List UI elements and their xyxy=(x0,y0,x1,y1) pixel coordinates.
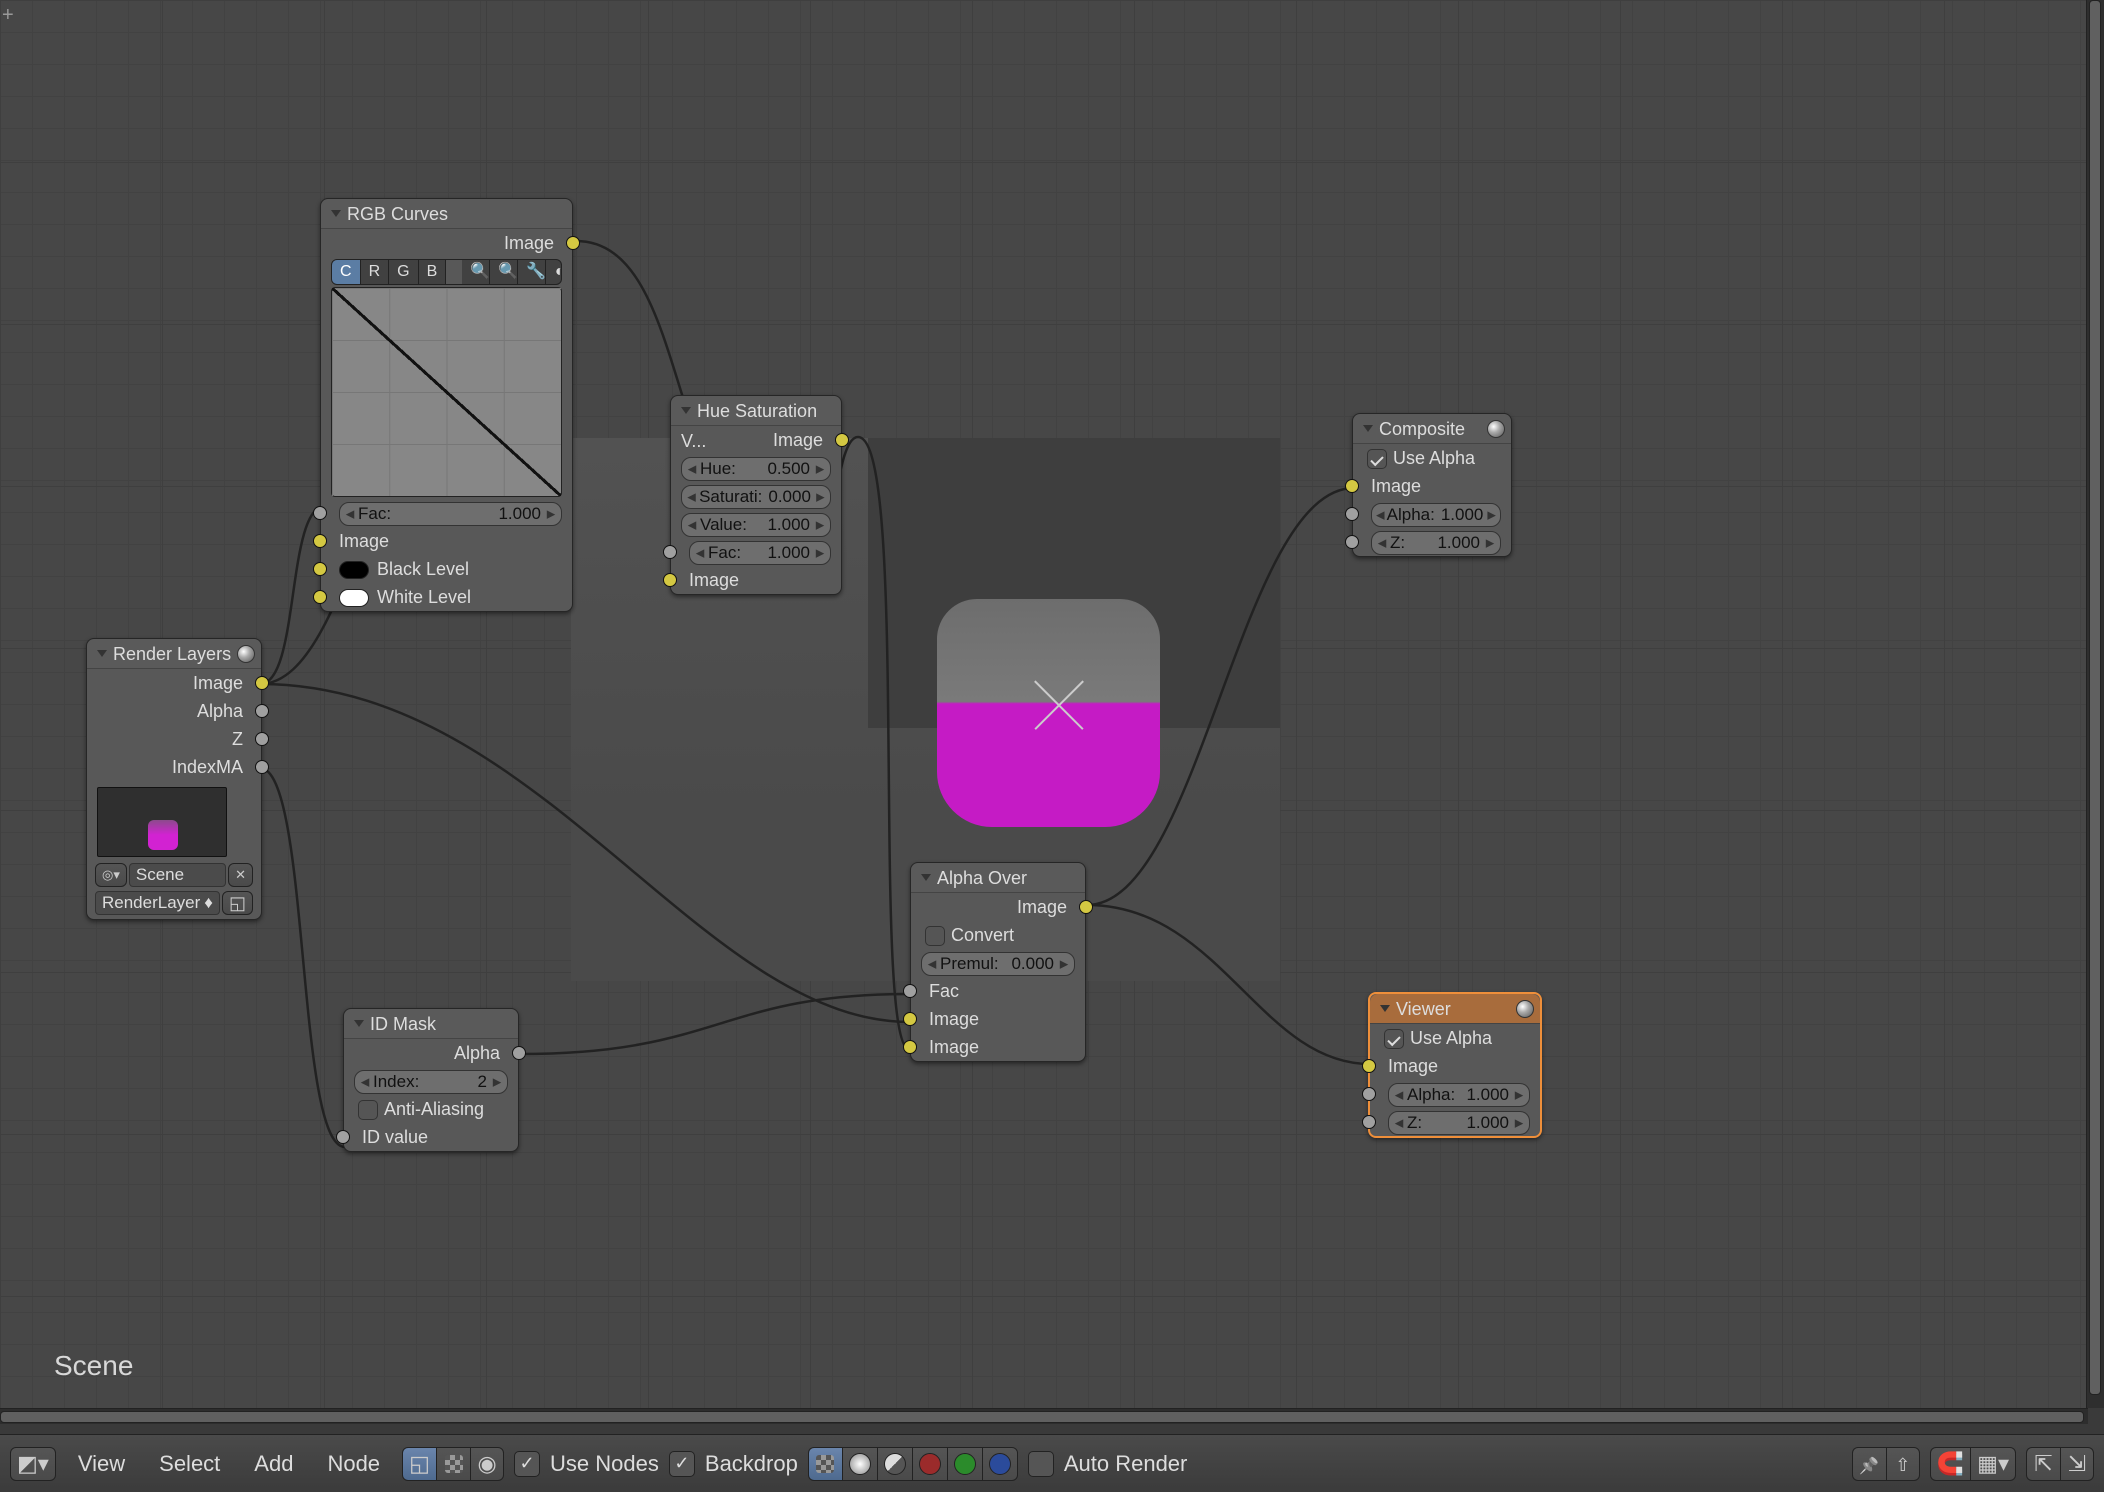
premul-slider[interactable]: ◂Premul:0.000▸ xyxy=(921,952,1075,976)
fac-slider[interactable]: ◂Fac: 1.000▸ xyxy=(339,502,562,526)
channel-rgb-button[interactable] xyxy=(842,1447,877,1481)
snap-type-button[interactable]: ▦▾ xyxy=(1970,1447,2016,1481)
node-alpha-over[interactable]: Alpha Over Image Convert Premul ◂Premul:… xyxy=(910,862,1086,1062)
fac-slider[interactable]: ◂Fac:1.000▸ xyxy=(689,541,831,565)
render-thumbnail xyxy=(97,787,227,857)
auto-render-label: Auto Render xyxy=(1064,1451,1188,1477)
tree-type-buttons: ◱ ◉ xyxy=(402,1447,504,1481)
compositing-tree-button[interactable] xyxy=(436,1447,470,1481)
tools-icon[interactable]: 🔧 xyxy=(518,260,546,284)
scene-clear-button[interactable]: ✕ xyxy=(228,863,253,887)
use-alpha-checkbox[interactable] xyxy=(1367,449,1387,469)
value-slider[interactable]: ◂Value:1.000▸ xyxy=(681,513,831,537)
backdrop-label: Backdrop xyxy=(705,1451,798,1477)
node-id-mask[interactable]: ID Mask Alpha ◂Index:2▸ Anti-Aliasing ID… xyxy=(343,1008,519,1152)
expand-panel-button[interactable]: + xyxy=(2,8,20,26)
copy-nodes-button[interactable]: ⇱ xyxy=(2026,1447,2060,1481)
curve-widget[interactable] xyxy=(331,287,562,497)
menu-add[interactable]: Add xyxy=(242,1451,305,1477)
pin-button[interactable] xyxy=(1852,1447,1886,1481)
breadcrumb: Scene xyxy=(54,1350,133,1382)
texture-tree-button[interactable]: ◉ xyxy=(470,1447,504,1481)
hue-slider[interactable]: ◂Hue:0.500▸ xyxy=(681,457,831,481)
scrollbar-horizontal[interactable] xyxy=(0,1408,2088,1424)
node-render-layers[interactable]: Render Layers Image Alpha Z IndexMA ◎▾ S… xyxy=(86,638,262,920)
curve-channel-tabs[interactable]: C R G B 🔍 🔍 🔧 ◐ xyxy=(331,259,562,285)
node-title: RGB Curves xyxy=(347,204,448,224)
alpha-slider[interactable]: ◂Alpha:1.000▸ xyxy=(1371,503,1501,527)
convert-premul-checkbox[interactable] xyxy=(925,926,945,946)
node-composite[interactable]: Composite Use Alpha Image ◂Alpha:1.000▸ … xyxy=(1352,413,1512,557)
editor-header: ◩▾ View Select Add Node ◱ ◉ Use Nodes Ba… xyxy=(0,1434,2104,1492)
scene-selector[interactable]: Scene xyxy=(129,863,226,887)
node-viewer[interactable]: Viewer Use Alpha Image ◂Alpha:1.000▸ ◂Z:… xyxy=(1368,992,1542,1138)
channel-rgba-button[interactable] xyxy=(808,1447,842,1481)
channel-g: G xyxy=(389,260,418,284)
channel-b-button[interactable] xyxy=(982,1447,1018,1481)
layer-selector[interactable]: RenderLayer♦ xyxy=(95,891,220,915)
node-title: ID Mask xyxy=(370,1014,436,1034)
node-title: Composite xyxy=(1379,419,1465,439)
z-slider[interactable]: ◂Z:1.000▸ xyxy=(1371,531,1501,555)
zoom-in-icon[interactable]: 🔍 xyxy=(462,260,490,284)
preview-ball-icon xyxy=(237,645,255,663)
use-nodes-checkbox[interactable] xyxy=(514,1451,540,1477)
use-nodes-label: Use Nodes xyxy=(550,1451,659,1477)
node-title: Alpha Over xyxy=(937,868,1027,888)
channel-g-button[interactable] xyxy=(947,1447,982,1481)
preview-ball-icon xyxy=(1516,1000,1534,1018)
use-alpha-checkbox[interactable] xyxy=(1384,1029,1404,1049)
channel-c: C xyxy=(332,260,361,284)
paste-nodes-button[interactable]: ⇲ xyxy=(2060,1447,2094,1481)
scene-browse-button[interactable]: ◎▾ xyxy=(95,863,127,887)
menu-node[interactable]: Node xyxy=(315,1451,392,1477)
clip-toggle[interactable]: ◐ xyxy=(546,260,562,284)
node-hsv[interactable]: Hue Saturation V... Image ◂Hue:0.500▸ ◂S… xyxy=(670,395,842,595)
backdrop-checkbox[interactable] xyxy=(669,1451,695,1477)
channel-r: R xyxy=(361,260,390,284)
backdrop-channel-buttons xyxy=(808,1447,1018,1481)
white-level-swatch[interactable] xyxy=(339,589,369,607)
scrollbar-vertical[interactable] xyxy=(2086,0,2104,1408)
sat-slider[interactable]: ◂Saturati:0.000▸ xyxy=(681,485,831,509)
z-slider[interactable]: ◂Z:1.000▸ xyxy=(1388,1111,1530,1135)
node-title: Render Layers xyxy=(113,644,231,664)
node-title: Viewer xyxy=(1396,999,1451,1019)
zoom-out-icon[interactable]: 🔍 xyxy=(490,260,518,284)
preview-ball-icon xyxy=(1487,420,1505,438)
anti-aliasing-checkbox[interactable] xyxy=(358,1100,378,1120)
auto-render-checkbox[interactable] xyxy=(1028,1451,1054,1477)
editor-type-menu[interactable]: ◩▾ xyxy=(10,1447,56,1481)
index-slider[interactable]: ◂Index:2▸ xyxy=(354,1070,508,1094)
up-arrow-icon xyxy=(1895,1451,1910,1477)
node-editor-canvas[interactable]: Render Layers Image Alpha Z IndexMA ◎▾ S… xyxy=(0,0,2088,1408)
black-level-swatch[interactable] xyxy=(339,561,369,579)
menu-select[interactable]: Select xyxy=(147,1451,232,1477)
channel-b: B xyxy=(419,260,447,284)
node-rgb-curves[interactable]: RGB Curves Image C R G B 🔍 🔍 🔧 ◐ ◂Fac: 1… xyxy=(320,198,573,612)
channel-r-button[interactable] xyxy=(912,1447,947,1481)
menu-view[interactable]: View xyxy=(66,1451,137,1477)
render-layer-button[interactable]: ◱ xyxy=(222,891,253,915)
alpha-slider[interactable]: ◂Alpha:1.000▸ xyxy=(1388,1083,1530,1107)
shader-tree-button[interactable]: ◱ xyxy=(402,1447,436,1481)
channel-alpha-button[interactable] xyxy=(877,1447,912,1481)
snap-button[interactable]: 🧲 xyxy=(1930,1447,1970,1481)
pin-icon xyxy=(1859,1451,1879,1477)
go-parent-button[interactable] xyxy=(1886,1447,1920,1481)
